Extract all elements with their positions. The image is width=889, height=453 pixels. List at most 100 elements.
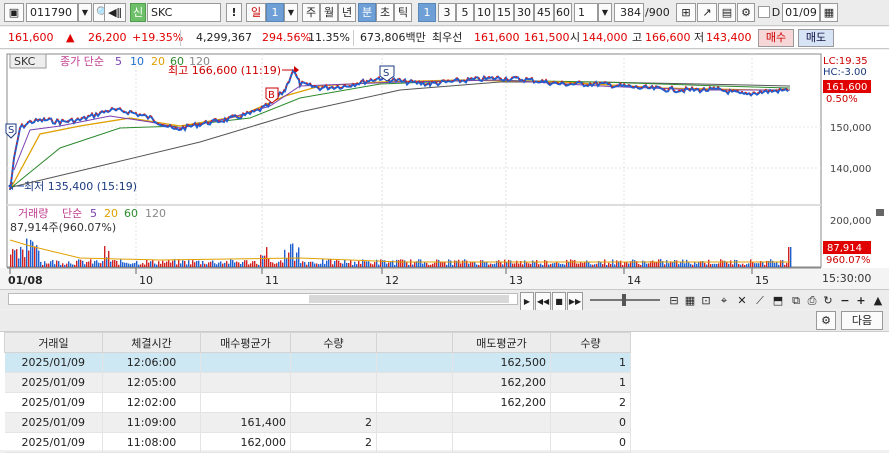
tab-day[interactable]: 일 — [246, 3, 266, 22]
stock-code-input[interactable]: 011790 — [26, 3, 78, 22]
volume-bar — [150, 261, 152, 267]
table-row[interactable]: 2025/01/09 11:09:00 161,400 2 0 — [4, 412, 631, 433]
volume-bar — [142, 263, 144, 267]
chart-scrollbar[interactable] — [8, 293, 518, 305]
volume-bar — [632, 259, 634, 267]
volume-bar — [130, 264, 132, 267]
tab-year[interactable]: 년 — [338, 3, 356, 22]
vol-panel-close-icon[interactable] — [876, 209, 884, 216]
crosshair-icon[interactable]: ✕ — [734, 291, 750, 310]
buy-button[interactable]: 매수 — [758, 29, 794, 47]
day-num-dropdown-icon[interactable]: ▼ — [284, 3, 298, 22]
stock-name-field[interactable]: SKC — [147, 3, 221, 22]
reset-icon[interactable]: ↻ — [820, 291, 836, 310]
expand-icon[interactable]: ▲ — [870, 291, 886, 310]
volume-bar — [704, 262, 706, 267]
play-icon[interactable]: ▶ — [520, 292, 534, 311]
volume-bar — [664, 264, 666, 267]
volume-bar — [306, 264, 308, 267]
cursor-icon[interactable]: ⌖ — [716, 291, 732, 310]
fit-icon[interactable]: ⊡ — [698, 291, 714, 310]
volume-bar — [754, 263, 756, 267]
volume-bar — [350, 259, 352, 267]
copy-icon[interactable]: ⧉ — [788, 291, 804, 310]
next-button[interactable]: 다음 — [841, 311, 883, 330]
zoom-in-icon[interactable]: + — [854, 291, 868, 310]
tab-month[interactable]: 월 — [320, 3, 338, 22]
volume-bar — [612, 259, 614, 267]
forward-icon[interactable]: ▶▶ — [567, 292, 583, 311]
speaker-icon[interactable]: ◀ǁ — [104, 3, 126, 22]
price-chart[interactable]: SKC 종가 단순 5 10 20 60 120 최고 166,600 (11:… — [0, 50, 889, 290]
tab-week[interactable]: 주 — [302, 3, 320, 22]
table-cell: 161,400 — [200, 412, 291, 433]
stop-icon[interactable]: ■ — [552, 292, 566, 311]
volume-bar — [742, 263, 744, 267]
interval-1[interactable]: 1 — [418, 3, 436, 22]
col-date: 거래일 — [4, 332, 103, 353]
volume-bar — [514, 263, 516, 267]
interval-45[interactable]: 45 — [534, 3, 554, 22]
count-select[interactable]: 1 — [574, 3, 598, 22]
interval-5[interactable]: 5 — [456, 3, 474, 22]
volume-bar — [418, 259, 420, 267]
volume-bar — [592, 264, 594, 267]
chart-tool-icon[interactable]: ↗ — [697, 3, 717, 22]
volume-bar — [172, 260, 174, 267]
tab-minute[interactable]: 분 — [358, 3, 376, 22]
volume-bar — [228, 263, 230, 267]
interval-30[interactable]: 30 — [514, 3, 534, 22]
calendar-icon[interactable]: ▦ — [820, 3, 838, 22]
volume-bar — [784, 264, 786, 267]
volume-bar — [688, 262, 690, 267]
rewind-icon[interactable]: ◀◀ — [535, 292, 551, 311]
table-row[interactable]: 2025/01/09 12:02:00 162,200 2 — [4, 392, 631, 413]
save-chart-icon[interactable]: ⬒ — [770, 291, 786, 310]
layout-icon[interactable]: ⊟ — [666, 291, 682, 310]
volume-bar — [310, 261, 312, 267]
tab-second[interactable]: 초 — [376, 3, 394, 22]
settings-icon[interactable]: ⚙ — [816, 311, 836, 330]
table-row[interactable]: 2025/01/09 12:05:00 162,200 1 — [4, 372, 631, 393]
chart-type-icon[interactable]: ▣ — [4, 3, 24, 22]
tab-tick[interactable]: 틱 — [394, 3, 412, 22]
volume-bar — [148, 262, 150, 267]
volume-bar — [738, 263, 740, 267]
interval-10[interactable]: 10 — [474, 3, 494, 22]
date-input[interactable]: 01/09 — [782, 3, 820, 22]
x-tick-label: 15 — [755, 274, 769, 287]
print-icon[interactable]: ⎙ — [804, 291, 820, 310]
interval-3[interactable]: 3 — [438, 3, 456, 22]
candle-settings-icon[interactable]: ⊞ — [676, 3, 696, 22]
save-icon[interactable]: ▤ — [718, 3, 736, 22]
volume-bar — [292, 243, 294, 267]
interval-60[interactable]: 60 — [554, 3, 572, 22]
volume-bar — [46, 263, 48, 267]
volume-bar — [188, 260, 190, 267]
warning-button[interactable]: ! — [226, 3, 242, 22]
zoom-slider-thumb[interactable] — [622, 294, 626, 306]
zoom-out-icon[interactable]: − — [838, 291, 852, 310]
volume-bar — [346, 262, 348, 267]
gear-icon[interactable]: ⚙ — [737, 3, 755, 22]
interval-15[interactable]: 15 — [494, 3, 514, 22]
volume-bar — [396, 259, 398, 267]
grid-icon[interactable]: ▦ — [682, 291, 698, 310]
volume-bar — [608, 262, 610, 267]
divider — [353, 30, 354, 46]
volume-bar — [538, 264, 540, 267]
trend-icon[interactable]: ⟋ — [752, 291, 768, 310]
volume-bar — [728, 263, 730, 267]
table-row[interactable]: 2025/01/09 12:06:00 162,500 1 — [4, 352, 631, 373]
volume-bar — [734, 259, 736, 267]
volume-bar — [62, 263, 64, 267]
scroll-thumb[interactable] — [309, 295, 509, 303]
d-checkbox[interactable] — [758, 6, 770, 18]
day-num-input[interactable]: 1 — [266, 3, 284, 22]
sell-button[interactable]: 매도 — [798, 29, 834, 47]
count-dropdown-icon[interactable]: ▼ — [598, 3, 612, 22]
table-cell: 2025/01/09 — [4, 392, 103, 413]
volume-bar — [30, 239, 32, 267]
range-input[interactable]: 384 — [614, 3, 644, 22]
code-dropdown-icon[interactable]: ▼ — [78, 3, 92, 22]
